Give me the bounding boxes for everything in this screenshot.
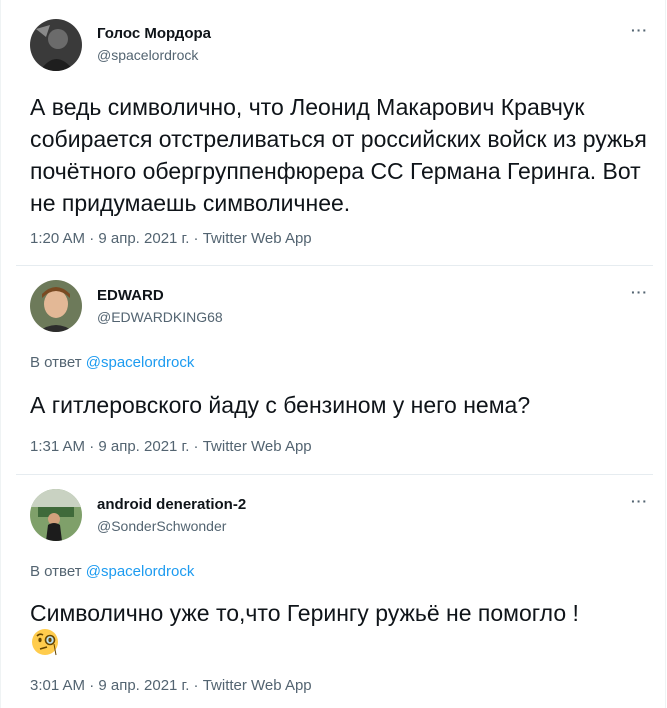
tweet-1[interactable]: Голос Мордора @spacelordrock ··· А ведь … — [0, 0, 667, 266]
tweet-text: А гитлеровского йаду с бензином у него н… — [30, 392, 531, 418]
avatar[interactable] — [30, 280, 82, 332]
reply-handle-link[interactable]: @spacelordrock — [86, 354, 195, 371]
reply-prefix: В ответ — [30, 354, 82, 371]
reply-prefix: В ответ — [30, 563, 82, 580]
user-handle[interactable]: @SonderSchwonder — [97, 518, 226, 534]
avatar[interactable] — [30, 489, 82, 541]
face-with-monocle-icon — [30, 627, 60, 657]
tweet-timestamp[interactable]: 1:31 AM · 9 апр. 2021 г. · Twitter Web A… — [30, 438, 312, 455]
display-name[interactable]: EDWARD — [97, 287, 164, 304]
tweet-3[interactable]: android deneration-2 @SonderSchwonder ··… — [0, 475, 667, 708]
tweet-2[interactable]: EDWARD @EDWARDKING68 ··· В ответ @spacel… — [0, 266, 667, 475]
reply-context: В ответ @spacelordrock — [30, 563, 194, 580]
reply-handle-link[interactable]: @spacelordrock — [86, 563, 195, 580]
avatar[interactable] — [30, 19, 82, 71]
tweet-timestamp[interactable]: 3:01 AM · 9 апр. 2021 г. · Twitter Web A… — [30, 677, 312, 694]
reply-context: В ответ @spacelordrock — [30, 354, 194, 371]
more-options-icon[interactable]: ··· — [631, 284, 648, 300]
display-name[interactable]: Голос Мордора — [97, 25, 211, 42]
tweet-timestamp[interactable]: 1:20 AM · 9 апр. 2021 г. · Twitter Web A… — [30, 230, 312, 247]
user-handle[interactable]: @spacelordrock — [97, 47, 198, 63]
tweet-text: Символично уже то,что Герингу ружьё не п… — [30, 600, 579, 626]
user-handle[interactable]: @EDWARDKING68 — [97, 309, 223, 325]
tweet-text: А ведь символично, что Леонид Макарович … — [30, 94, 647, 216]
more-options-icon[interactable]: ··· — [631, 493, 648, 509]
more-options-icon[interactable]: ··· — [631, 22, 648, 38]
display-name[interactable]: android deneration-2 — [97, 496, 246, 513]
